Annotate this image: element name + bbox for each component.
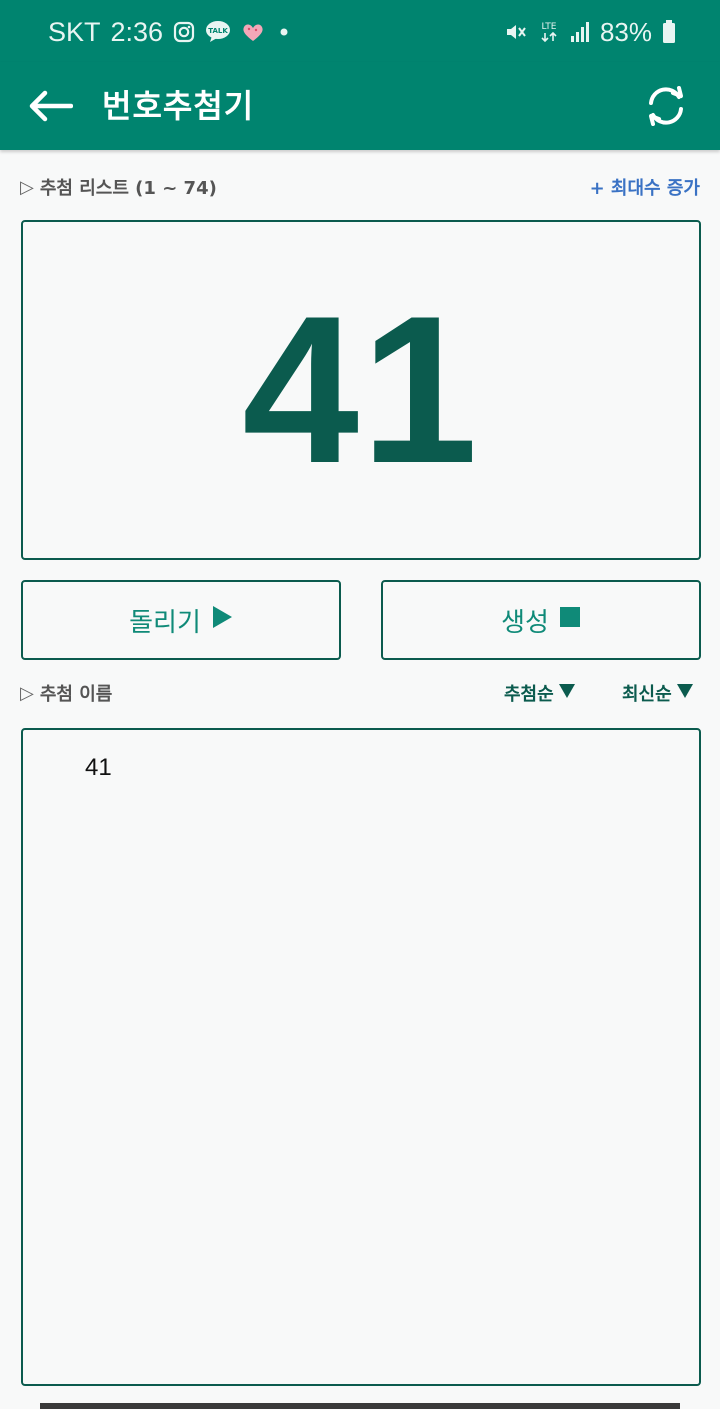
- arrow-left-icon: [29, 90, 73, 122]
- generate-button-label: 생성: [501, 607, 549, 638]
- draw-list-label-text: 추첨 리스트 (1 ~ 74): [39, 178, 217, 199]
- carrier-label: SKT: [48, 16, 101, 47]
- current-number: 41: [242, 272, 480, 507]
- spin-button-label: 돌리기: [129, 607, 201, 638]
- triangle-down-icon: [676, 683, 694, 704]
- sort-latest-label: 최신순: [622, 684, 672, 705]
- number-display: 41: [21, 220, 701, 560]
- sort-draw-order-label: 추첨순: [504, 684, 554, 705]
- draw-list-label: ▷ 추첨 리스트 (1 ~ 74): [20, 174, 217, 200]
- sort-latest-button[interactable]: 최신순: [622, 680, 694, 706]
- instagram-icon: [173, 21, 195, 43]
- play-icon: [211, 605, 233, 636]
- names-label: ▷ 추첨 이름: [20, 680, 112, 706]
- page-title: 번호추첨기: [102, 87, 255, 125]
- dot-icon: [275, 23, 293, 41]
- status-left: SKT 2:36 TALK: [48, 14, 293, 50]
- mute-icon: [504, 20, 528, 44]
- heart-icon: [241, 21, 265, 43]
- bottom-banner-edge: [40, 1403, 680, 1409]
- kakaotalk-icon: TALK: [205, 20, 231, 44]
- generate-button[interactable]: 생성: [381, 580, 701, 660]
- triangle-outline-icon: ▷: [20, 176, 34, 198]
- spin-button[interactable]: 돌리기: [21, 580, 341, 660]
- back-button[interactable]: [22, 78, 78, 134]
- status-right: LTE 83%: [504, 14, 676, 50]
- kakaotalk-badge-text: TALK: [208, 27, 228, 35]
- lte-label: LTE: [541, 22, 556, 32]
- refresh-icon: [649, 86, 683, 126]
- sort-draw-order-button[interactable]: 추첨순: [504, 680, 576, 706]
- battery-icon: [662, 20, 676, 44]
- lte-icon: LTE: [538, 19, 560, 45]
- list-item: 41: [85, 754, 112, 781]
- battery-percent: 83%: [599, 16, 652, 47]
- clock: 2:36: [110, 16, 164, 47]
- signal-icon: [570, 21, 590, 43]
- triangle-outline-icon: ▷: [20, 682, 34, 704]
- names-label-text: 추첨 이름: [39, 684, 113, 705]
- stop-icon: [559, 605, 581, 635]
- drawn-names-list[interactable]: 41: [21, 728, 701, 1386]
- increase-max-button[interactable]: + 최대수 증가: [590, 174, 700, 200]
- app-bar: 번호추첨기: [0, 62, 720, 150]
- refresh-button[interactable]: [636, 76, 696, 136]
- triangle-down-icon: [558, 683, 576, 704]
- status-bar: SKT 2:36 TALK LTE 83%: [0, 0, 720, 62]
